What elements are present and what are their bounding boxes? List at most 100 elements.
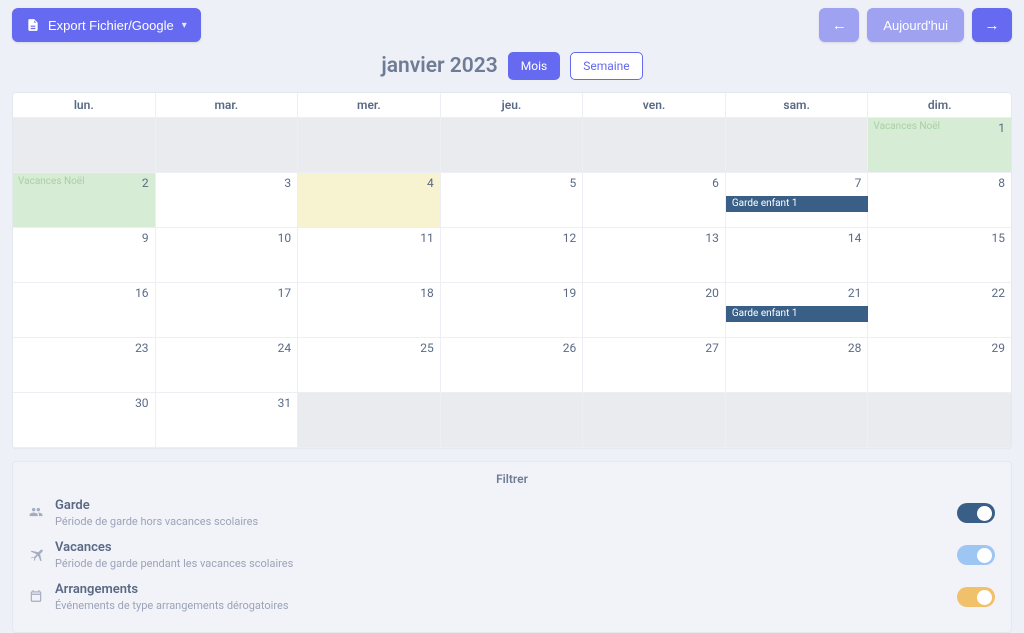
filter-arrangements-text: Arrangements Événements de type arrangem…	[55, 582, 957, 612]
weekday-header: ven.	[583, 93, 726, 118]
toggle-garde[interactable]	[957, 503, 995, 523]
weekday-header: dim.	[868, 93, 1011, 118]
day-cell[interactable]	[726, 393, 869, 448]
day-cell[interactable]	[583, 393, 726, 448]
day-number: 20	[705, 286, 719, 300]
view-month-pill[interactable]: Mois	[508, 52, 560, 80]
view-week-pill[interactable]: Semaine	[570, 52, 642, 80]
arrow-right-icon: →	[985, 17, 1000, 34]
day-number: 22	[991, 286, 1005, 300]
day-cell[interactable]: 6	[583, 173, 726, 228]
day-number: 2	[142, 176, 149, 190]
filter-row-arrangements: Arrangements Événements de type arrangem…	[29, 576, 995, 618]
weekday-header: mar.	[156, 93, 299, 118]
day-cell[interactable]: 14	[726, 228, 869, 283]
day-cell[interactable]: 9	[13, 228, 156, 283]
day-cell[interactable]: 27	[583, 338, 726, 393]
day-number: 6	[712, 176, 719, 190]
day-number: 10	[278, 231, 292, 245]
week-row: 2Vacances Noël 34 5 6 7Garde enfant 1 8	[13, 173, 1011, 228]
day-cell[interactable]: 8	[868, 173, 1011, 228]
day-cell[interactable]: 26	[441, 338, 584, 393]
filter-garde-label: Garde	[55, 498, 957, 513]
day-cell[interactable]	[298, 393, 441, 448]
day-number: 7	[855, 176, 862, 190]
day-cell[interactable]: 24	[156, 338, 299, 393]
weekday-row: lun.mar.mer.jeu.ven.sam.dim.	[13, 93, 1011, 118]
day-cell[interactable]: 19	[441, 283, 584, 338]
day-cell[interactable]: 13	[583, 228, 726, 283]
weekday-header: lun.	[13, 93, 156, 118]
plane-icon	[29, 547, 55, 563]
day-cell[interactable]: 4	[298, 173, 441, 228]
day-cell[interactable]: 16	[13, 283, 156, 338]
day-cell[interactable]: 20	[583, 283, 726, 338]
day-cell[interactable]: 7Garde enfant 1	[726, 173, 869, 228]
toggle-vacances[interactable]	[957, 545, 995, 565]
day-number: 25	[420, 341, 434, 355]
filter-row-vacances: Vacances Période de garde pendant les va…	[29, 534, 995, 576]
day-number: 5	[570, 176, 577, 190]
week-row: 30 31	[13, 393, 1011, 448]
day-cell[interactable]: 23	[13, 338, 156, 393]
day-number: 24	[278, 341, 292, 355]
week-row: 23 24 25 26 27 28 29	[13, 338, 1011, 393]
prev-button[interactable]: ←	[819, 8, 859, 42]
filter-garde-text: Garde Période de garde hors vacances sco…	[55, 498, 957, 528]
filter-arrangements-label: Arrangements	[55, 582, 957, 597]
next-button[interactable]: →	[972, 8, 1012, 42]
day-number: 28	[848, 341, 862, 355]
day-number: 29	[991, 341, 1005, 355]
filter-vacances-label: Vacances	[55, 540, 957, 555]
day-cell[interactable]: 15	[868, 228, 1011, 283]
day-number: 21	[848, 286, 862, 300]
day-cell[interactable]	[726, 118, 869, 173]
people-icon	[29, 505, 55, 521]
day-cell[interactable]: 10	[156, 228, 299, 283]
day-cell[interactable]: 18	[298, 283, 441, 338]
day-cell[interactable]: 2Vacances Noël	[13, 173, 156, 228]
day-cell[interactable]: 3	[156, 173, 299, 228]
day-cell[interactable]: 12	[441, 228, 584, 283]
day-cell[interactable]	[868, 393, 1011, 448]
day-cell[interactable]	[583, 118, 726, 173]
day-cell[interactable]: 25	[298, 338, 441, 393]
day-number: 16	[135, 286, 149, 300]
day-number: 30	[135, 396, 149, 410]
week-row: 1Vacances Noël	[13, 118, 1011, 173]
vacation-label: Vacances Noël	[873, 121, 940, 132]
day-cell[interactable]	[298, 118, 441, 173]
day-number: 14	[848, 231, 862, 245]
chevron-down-icon: ▾	[182, 20, 187, 31]
today-button[interactable]: Aujourd'hui	[867, 8, 964, 42]
day-cell[interactable]: 1Vacances Noël	[868, 118, 1011, 173]
day-cell[interactable]	[156, 118, 299, 173]
week-row: 16 17 18 19 20 21Garde enfant 1 22	[13, 283, 1011, 338]
day-cell[interactable]	[441, 393, 584, 448]
day-number: 18	[420, 286, 434, 300]
day-number: 27	[705, 341, 719, 355]
filter-panel: Filtrer Garde Période de garde hors vaca…	[12, 461, 1012, 633]
day-cell[interactable]: 22	[868, 283, 1011, 338]
day-cell[interactable]: 5	[441, 173, 584, 228]
export-button[interactable]: Export Fichier/Google ▾	[12, 8, 201, 42]
day-number: 8	[998, 176, 1005, 190]
day-cell[interactable]	[441, 118, 584, 173]
day-cell[interactable]: 30	[13, 393, 156, 448]
day-number: 23	[135, 341, 149, 355]
toggle-arrangements[interactable]	[957, 587, 995, 607]
filter-vacances-text: Vacances Période de garde pendant les va…	[55, 540, 957, 570]
weekday-header: jeu.	[441, 93, 584, 118]
day-cell[interactable]: 21Garde enfant 1	[726, 283, 869, 338]
day-cell[interactable]	[13, 118, 156, 173]
filter-garde-desc: Période de garde hors vacances scolaires	[55, 515, 957, 528]
day-number: 3	[284, 176, 291, 190]
day-cell[interactable]: 11	[298, 228, 441, 283]
filter-vacances-desc: Période de garde pendant les vacances sc…	[55, 557, 957, 570]
day-number: 13	[705, 231, 719, 245]
day-cell[interactable]: 31	[156, 393, 299, 448]
export-button-label: Export Fichier/Google	[48, 18, 174, 33]
day-cell[interactable]: 17	[156, 283, 299, 338]
day-cell[interactable]: 28	[726, 338, 869, 393]
day-cell[interactable]: 29	[868, 338, 1011, 393]
